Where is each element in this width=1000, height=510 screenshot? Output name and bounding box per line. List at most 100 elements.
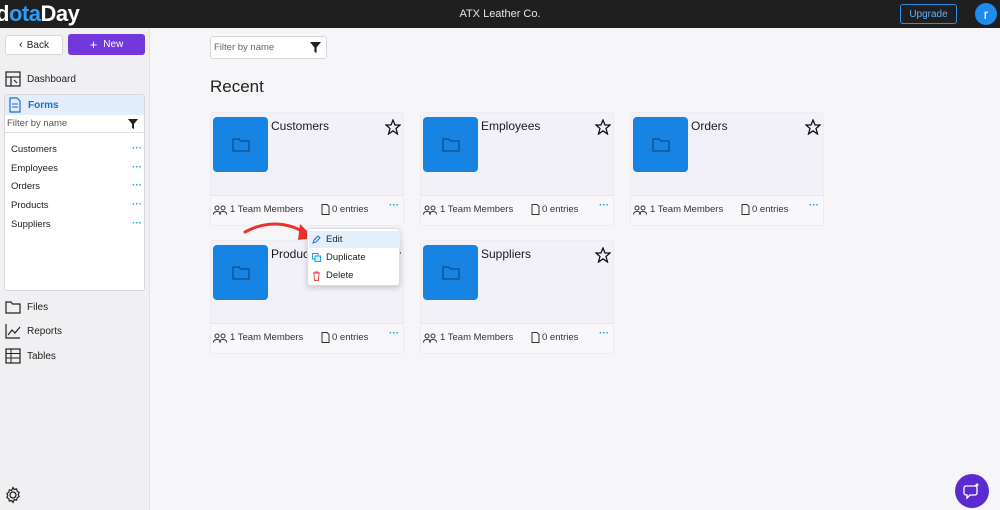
menu-item-delete[interactable]: Delete [309, 267, 400, 284]
sidebar-item-tables[interactable]: Tables [5, 347, 56, 365]
more-options-icon[interactable]: ··· [132, 219, 144, 229]
folder-icon [213, 117, 268, 172]
card-context-menu: Edit Duplicate Delete [307, 228, 400, 286]
card-footer: 1 Team Members 0 entries ··· [421, 195, 613, 225]
card-footer: 1 Team Members 0 entries ··· [211, 323, 403, 353]
logo-circle-icon: o [8, 1, 22, 26]
gear-icon[interactable] [4, 486, 22, 504]
forms-label: Forms [28, 99, 59, 111]
form-card-orders[interactable]: Orders 1 Team Members 0 entries ··· [630, 112, 824, 226]
logo-text-2: ta [21, 1, 41, 26]
sidebar: ‹ Back + New Dashboard Forms Filter by n… [0, 28, 150, 510]
members-label: 1 Team Members [230, 332, 304, 343]
more-options-icon[interactable]: ··· [132, 181, 144, 191]
team-icon [633, 205, 647, 215]
card-entries: 0 entries [531, 332, 578, 343]
team-icon [213, 333, 227, 343]
star-icon[interactable] [805, 119, 821, 135]
sidebar-form-item[interactable]: Orders ··· [11, 179, 144, 193]
folder-icon [423, 245, 478, 300]
user-avatar[interactable]: r [975, 3, 997, 25]
forms-filter-input[interactable]: Filter by name [5, 115, 144, 133]
more-options-icon[interactable]: ··· [389, 201, 401, 211]
card-title: Employees [481, 119, 541, 133]
card-title: Orders [691, 119, 728, 133]
top-bar: d o ta Day ATX Leather Co. Upgrade r [0, 0, 1000, 28]
team-icon [423, 205, 437, 215]
document-icon [9, 97, 21, 113]
upgrade-button[interactable]: Upgrade [900, 4, 957, 24]
document-icon [531, 332, 540, 343]
card-title: Suppliers [481, 247, 532, 261]
delete-label: Delete [326, 270, 354, 281]
trash-icon [313, 271, 320, 281]
card-members: 1 Team Members [633, 204, 723, 215]
folder-icon [5, 301, 21, 314]
app-logo[interactable]: d o ta Day [0, 1, 80, 27]
filter-icon[interactable] [128, 119, 138, 129]
star-icon[interactable] [595, 247, 611, 263]
folder-icon [633, 117, 688, 172]
chevron-left-icon: ‹ [19, 39, 23, 51]
recent-heading: Recent [210, 77, 264, 96]
logo-text-1: d [0, 1, 9, 26]
forms-panel: Forms Filter by name Customers ··· Emplo… [4, 94, 145, 291]
more-options-icon[interactable]: ··· [389, 329, 401, 339]
chat-sparkle-icon [963, 482, 980, 500]
sidebar-item-dashboard[interactable]: Dashboard [5, 70, 76, 88]
duplicate-label: Duplicate [326, 252, 366, 263]
team-icon [423, 333, 437, 343]
star-icon[interactable] [595, 119, 611, 135]
more-options-icon[interactable]: ··· [809, 201, 821, 211]
pencil-icon [312, 235, 321, 244]
form-item-label: Products [11, 199, 49, 211]
card-footer: 1 Team Members 0 entries ··· [631, 195, 823, 225]
form-card-customers[interactable]: Customers 1 Team Members 0 entries ··· [210, 112, 404, 226]
form-item-label: Orders [11, 180, 41, 192]
sidebar-item-reports[interactable]: Reports [5, 322, 62, 340]
form-item-label: Suppliers [11, 218, 51, 230]
new-button[interactable]: + New [68, 34, 145, 55]
more-options-icon[interactable]: ··· [132, 200, 144, 210]
forms-filter-placeholder: Filter by name [7, 118, 68, 129]
form-card-employees[interactable]: Employees 1 Team Members 0 entries ··· [420, 112, 614, 226]
star-icon[interactable] [385, 119, 401, 135]
plus-icon: + [89, 36, 98, 52]
files-label: Files [27, 301, 49, 313]
entries-label: 0 entries [542, 204, 579, 215]
members-label: 1 Team Members [440, 204, 514, 215]
document-icon [531, 204, 540, 215]
more-options-icon[interactable]: ··· [132, 144, 144, 154]
card-members: 1 Team Members [423, 204, 513, 215]
sidebar-item-files[interactable]: Files [5, 298, 48, 316]
back-button[interactable]: ‹ Back [5, 35, 63, 55]
sidebar-form-item[interactable]: Suppliers ··· [11, 217, 144, 231]
sidebar-item-forms[interactable]: Forms [5, 95, 144, 115]
menu-item-duplicate[interactable]: Duplicate [309, 249, 400, 266]
sidebar-form-item[interactable]: Products ··· [11, 198, 144, 212]
menu-item-edit[interactable]: Edit [309, 231, 400, 248]
entries-label: 0 entries [332, 332, 369, 343]
more-options-icon[interactable]: ··· [599, 329, 611, 339]
members-label: 1 Team Members [650, 204, 724, 215]
more-options-icon[interactable]: ··· [599, 201, 611, 211]
card-members: 1 Team Members [213, 332, 303, 343]
edit-label: Edit [326, 234, 343, 245]
card-entries: 0 entries [321, 204, 368, 215]
filter-icon[interactable] [310, 42, 321, 53]
recent-filter-input[interactable]: Filter by name [210, 36, 327, 59]
new-label: New [103, 39, 124, 50]
sidebar-form-item[interactable]: Employees ··· [11, 161, 144, 175]
card-title: Customers [271, 119, 330, 133]
chat-assistant-button[interactable] [955, 474, 989, 508]
copy-icon [312, 253, 321, 262]
card-entries: 0 entries [531, 204, 578, 215]
form-card-suppliers[interactable]: Suppliers 1 Team Members 0 entries ··· [420, 240, 614, 354]
sidebar-form-item[interactable]: Customers ··· [11, 142, 144, 156]
document-icon [321, 204, 330, 215]
folder-icon [423, 117, 478, 172]
dashboard-label: Dashboard [27, 73, 76, 85]
more-options-icon[interactable]: ··· [132, 163, 144, 173]
dashboard-icon [5, 71, 21, 87]
entries-label: 0 entries [752, 204, 789, 215]
